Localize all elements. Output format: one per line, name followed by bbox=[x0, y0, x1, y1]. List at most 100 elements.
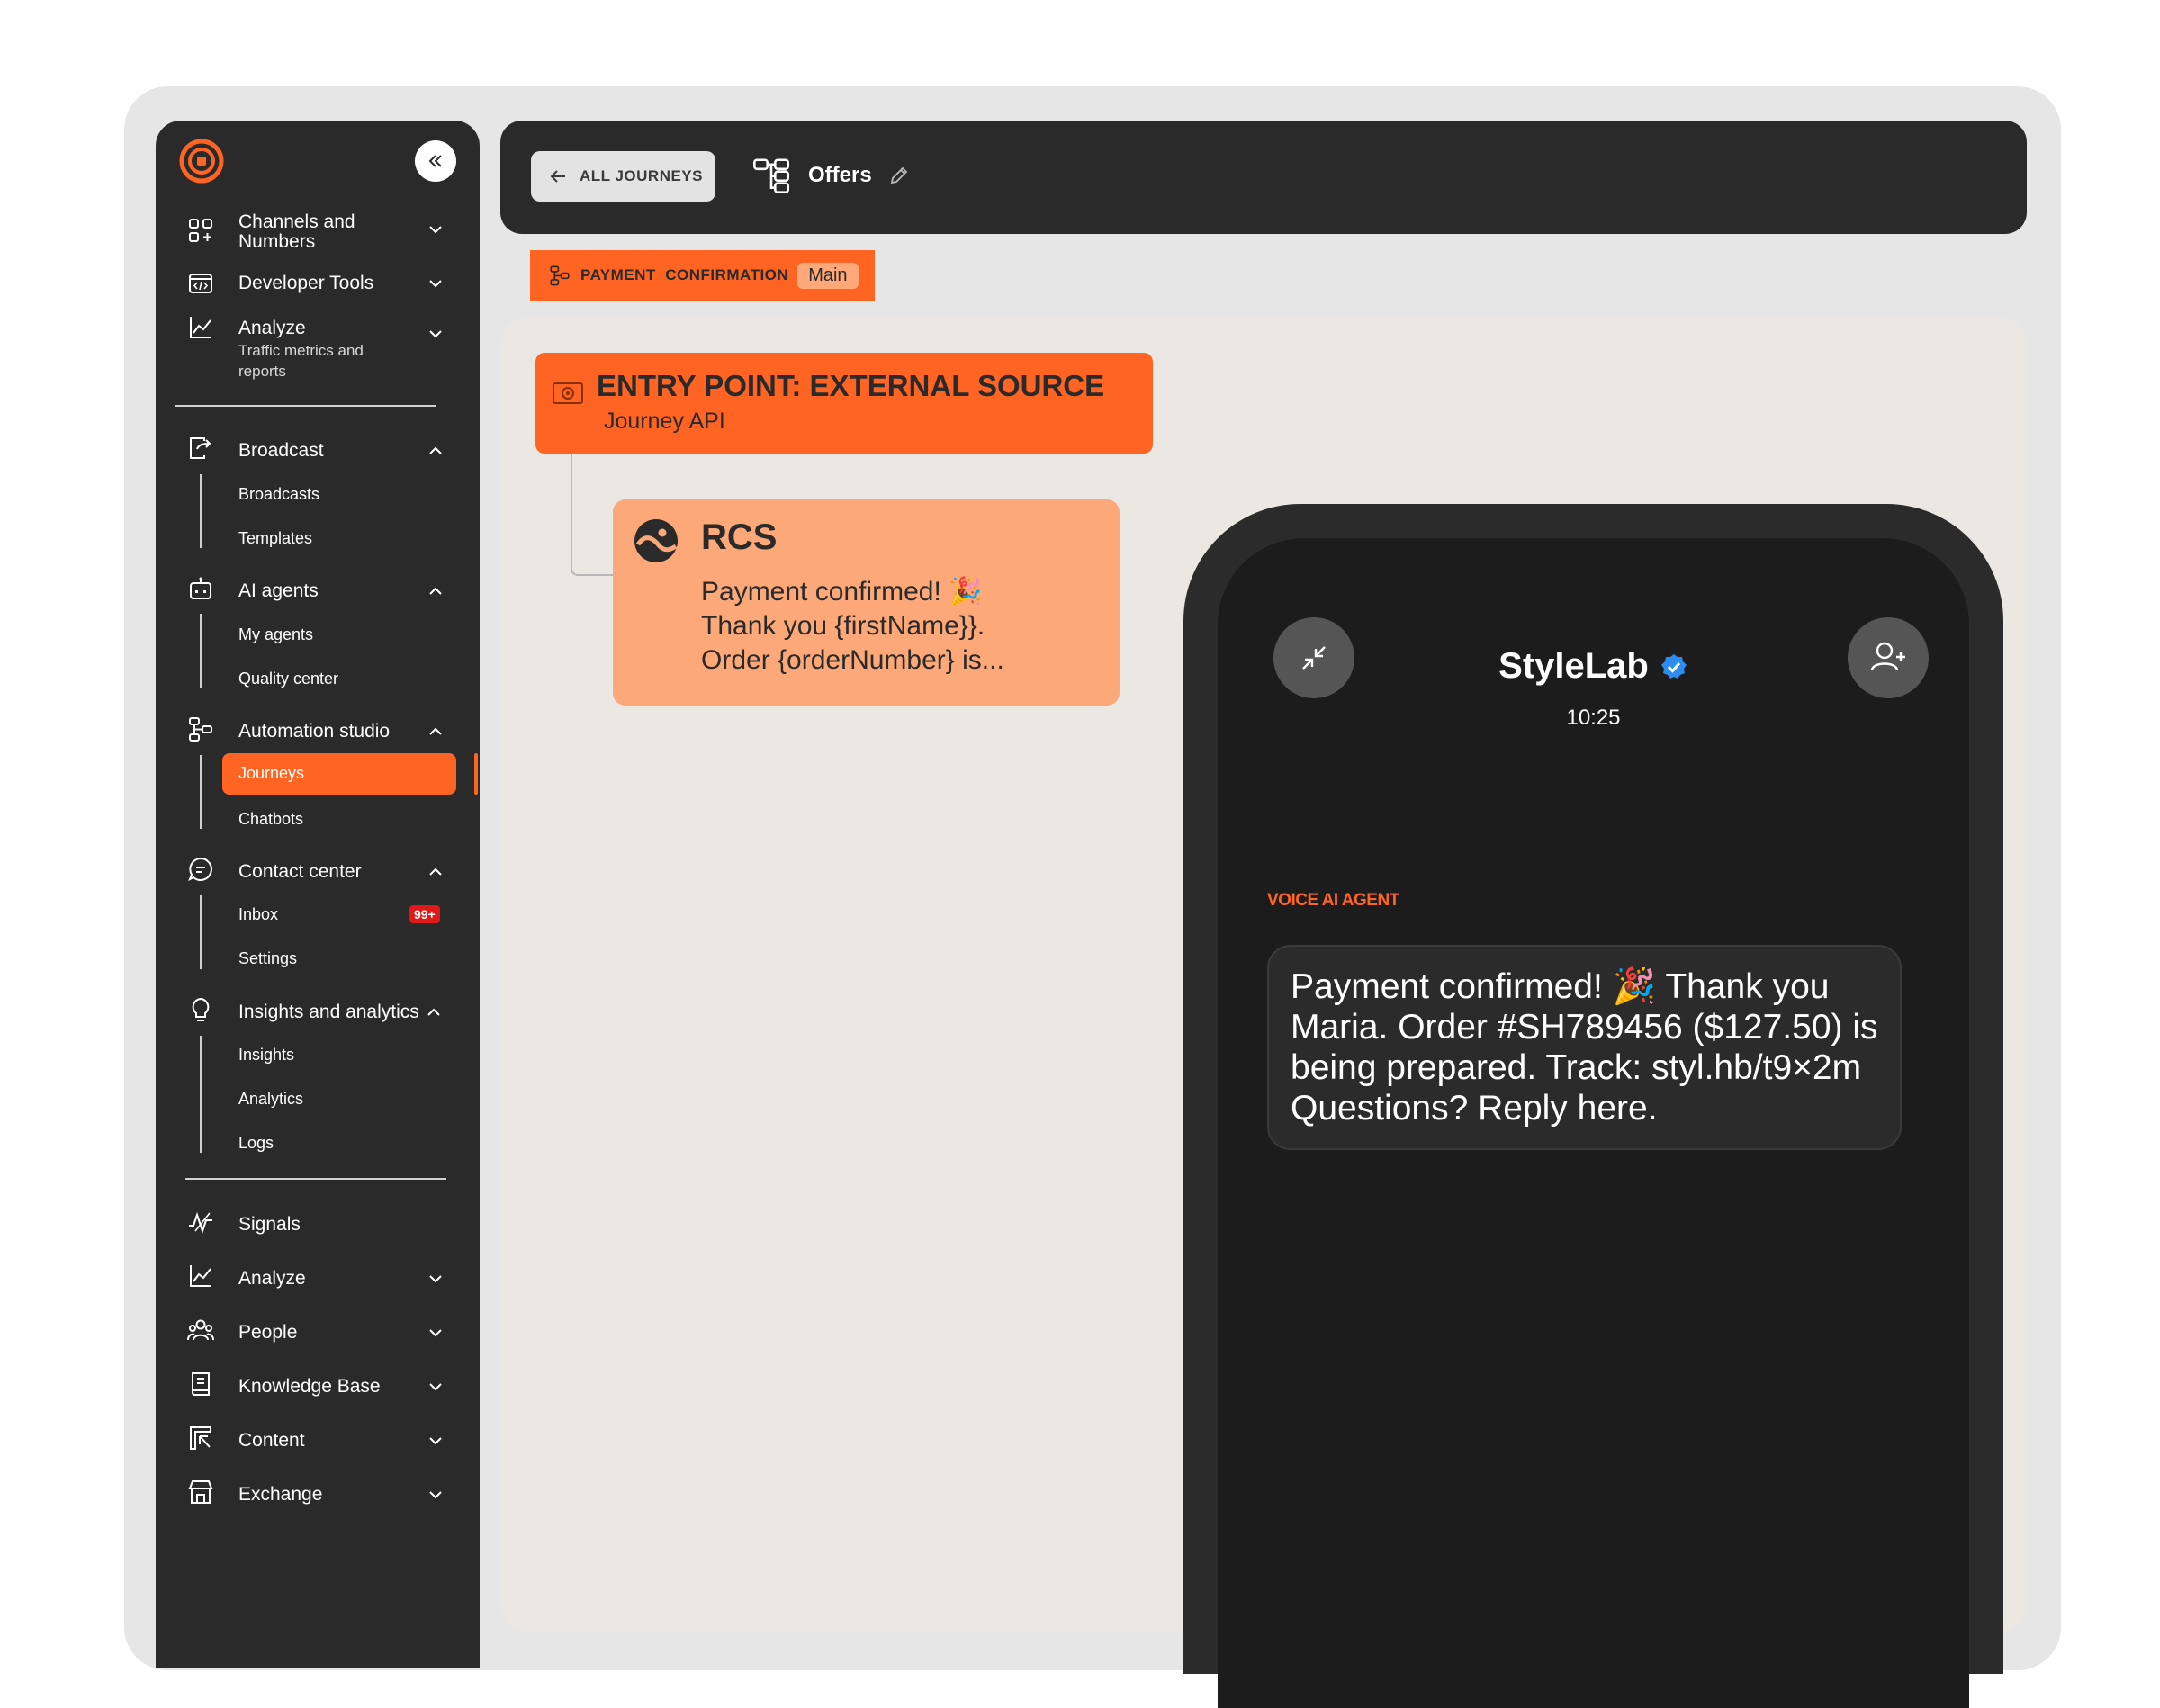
entry-point-subtitle: Journey API bbox=[604, 409, 725, 434]
chevron-down-icon[interactable] bbox=[428, 1379, 444, 1395]
sidebar-item-chatbots[interactable]: Chatbots bbox=[238, 810, 303, 829]
sidebar-item-quality-center[interactable]: Quality center bbox=[238, 670, 338, 688]
verified-badge-icon bbox=[1660, 653, 1687, 679]
chevron-up-icon[interactable] bbox=[428, 583, 444, 599]
nav-knowledge-base[interactable]: Knowledge Base bbox=[156, 1370, 480, 1402]
nav-ai-agents[interactable]: AI agents bbox=[156, 574, 480, 607]
nav-label: Contact center bbox=[238, 861, 362, 882]
chevron-down-icon[interactable] bbox=[428, 221, 444, 238]
rcs-title: RCS bbox=[701, 517, 778, 557]
nav-label: Channels and Numbers bbox=[238, 211, 356, 252]
rcs-line: Payment confirmed! 🎉 bbox=[701, 577, 983, 607]
pencil-edit-icon[interactable] bbox=[888, 165, 910, 186]
nav-broadcast[interactable]: Broadcast bbox=[156, 434, 480, 466]
journey-section-tag[interactable]: PAYMENT CONFIRMATION Main bbox=[530, 250, 875, 301]
camera-icon bbox=[553, 382, 583, 404]
nav-label: Knowledge Base bbox=[238, 1376, 381, 1397]
book-icon bbox=[192, 1372, 210, 1396]
chat-bubble-icon bbox=[188, 857, 212, 882]
brand-name: StyleLab bbox=[1498, 646, 1649, 686]
chevron-up-icon[interactable] bbox=[428, 724, 444, 740]
grid-plus-icon bbox=[189, 219, 212, 242]
top-bar: ALL JOURNEYS Offers bbox=[500, 121, 2027, 234]
subnav-line bbox=[200, 614, 202, 688]
nav-sublabel: Traffic metrics and reports bbox=[238, 342, 364, 380]
nav-label: AI agents bbox=[238, 580, 319, 601]
double-chevron-left-icon bbox=[428, 155, 442, 167]
add-user-icon bbox=[1870, 642, 1905, 671]
robot-icon bbox=[190, 577, 212, 599]
nav-label: Exchange bbox=[238, 1484, 323, 1505]
sidebar-item-broadcasts[interactable]: Broadcasts bbox=[238, 485, 320, 504]
sidebar-item-settings[interactable]: Settings bbox=[238, 949, 297, 968]
lightbulb-icon bbox=[192, 997, 210, 1021]
broadcast-share-icon bbox=[190, 437, 212, 459]
nav-automation-studio[interactable]: Automation studio bbox=[156, 715, 480, 747]
sidebar-item-analytics[interactable]: Analytics bbox=[238, 1090, 303, 1109]
add-contact-button[interactable] bbox=[1848, 617, 1929, 698]
subnav-line bbox=[200, 1036, 202, 1153]
nav-signals[interactable]: Signals bbox=[156, 1208, 480, 1240]
chevron-down-icon[interactable] bbox=[428, 326, 444, 342]
nav-contact-center[interactable]: Contact center bbox=[156, 855, 480, 887]
sidebar-item-inbox[interactable]: Inbox bbox=[238, 905, 278, 924]
nav-label: Analyze bbox=[238, 1268, 306, 1289]
signal-wave-icon bbox=[189, 1211, 212, 1235]
chevron-down-icon[interactable] bbox=[428, 1487, 444, 1503]
nav-developer-tools[interactable]: Developer Tools bbox=[156, 266, 480, 299]
sidebar-item-my-agents[interactable]: My agents bbox=[238, 625, 313, 644]
nav-exchange[interactable]: Exchange bbox=[156, 1478, 480, 1510]
rcs-node[interactable]: RCS Payment confirmed! 🎉 Thank you {firs… bbox=[613, 499, 1120, 706]
chevron-up-icon[interactable] bbox=[426, 1004, 442, 1020]
chevron-up-icon[interactable] bbox=[428, 864, 444, 880]
nav-people[interactable]: People bbox=[156, 1316, 480, 1348]
nav-label: Signals bbox=[238, 1214, 301, 1235]
nav-label: Content bbox=[238, 1430, 305, 1451]
rcs-line: Order {orderNumber} is... bbox=[701, 645, 1004, 675]
phone-screen: StyleLab 10:25 VOICE AI AGENT Payment co… bbox=[1218, 538, 1969, 1708]
rcs-line: Thank you {firstName}}. bbox=[701, 611, 986, 641]
sidebar-item-insights[interactable]: Insights bbox=[238, 1046, 294, 1065]
chevron-down-icon[interactable] bbox=[428, 275, 444, 292]
people-icon bbox=[187, 1319, 214, 1341]
nav-analyze-bottom[interactable]: Analyze bbox=[156, 1262, 480, 1294]
journey-name: Offers bbox=[808, 163, 872, 187]
nav-label: Insights and analytics bbox=[238, 1002, 419, 1022]
chart-line-icon bbox=[190, 1265, 212, 1287]
subnav-line bbox=[200, 474, 202, 548]
flow-diagram-icon bbox=[753, 158, 789, 193]
chevron-up-icon[interactable] bbox=[428, 443, 444, 459]
logo-icon[interactable] bbox=[179, 139, 224, 184]
all-journeys-button[interactable]: ALL JOURNEYS bbox=[531, 151, 716, 202]
nav-label: People bbox=[238, 1322, 298, 1343]
chart-line-icon bbox=[190, 317, 212, 338]
node-connector bbox=[571, 454, 616, 576]
sidebar-item-journeys-label: Journeys bbox=[238, 764, 305, 782]
chevron-down-icon[interactable] bbox=[428, 1271, 444, 1287]
code-window-icon bbox=[189, 274, 212, 293]
collapse-sidebar-button[interactable] bbox=[415, 140, 456, 182]
nav-label: Broadcast bbox=[238, 440, 324, 461]
agent-label: VOICE AI AGENT bbox=[1267, 891, 1400, 910]
flow-diagram-icon bbox=[550, 265, 570, 286]
chevron-down-icon[interactable] bbox=[428, 1325, 444, 1341]
sidebar-item-logs[interactable]: Logs bbox=[238, 1134, 274, 1153]
section-tag-label: PAYMENT CONFIRMATION bbox=[580, 266, 789, 283]
nav-channels-and-numbers[interactable]: Channels and Numbers bbox=[156, 209, 480, 254]
entry-point-title: ENTRY POINT: EXTERNAL SOURCE bbox=[597, 369, 1105, 402]
active-indicator bbox=[474, 753, 478, 795]
nav-analyze[interactable]: Analyze Traffic metrics and reports bbox=[156, 313, 480, 385]
sidebar-item-templates[interactable]: Templates bbox=[238, 529, 312, 548]
entry-point-node[interactable]: ENTRY POINT: EXTERNAL SOURCE Journey API bbox=[536, 353, 1153, 454]
nav-label: Analyze bbox=[238, 318, 306, 338]
rcs-image-icon bbox=[634, 519, 678, 562]
chevron-down-icon[interactable] bbox=[428, 1433, 444, 1449]
store-icon bbox=[188, 1480, 213, 1504]
rcs-preview-text: Payment confirmed! 🎉 Thank you {firstNam… bbox=[701, 575, 1097, 678]
inbox-count-badge: 99+ bbox=[410, 905, 440, 923]
nav-content[interactable]: Content bbox=[156, 1424, 480, 1456]
message-bubble: Payment confirmed! 🎉 Thank you Maria. Or… bbox=[1267, 945, 1902, 1150]
sidebar: Channels and Numbers Developer Tools Ana… bbox=[156, 121, 480, 1668]
phone-preview: StyleLab 10:25 VOICE AI AGENT Payment co… bbox=[1184, 504, 2003, 1708]
nav-insights-and-analytics[interactable]: Insights and analytics bbox=[156, 995, 480, 1028]
